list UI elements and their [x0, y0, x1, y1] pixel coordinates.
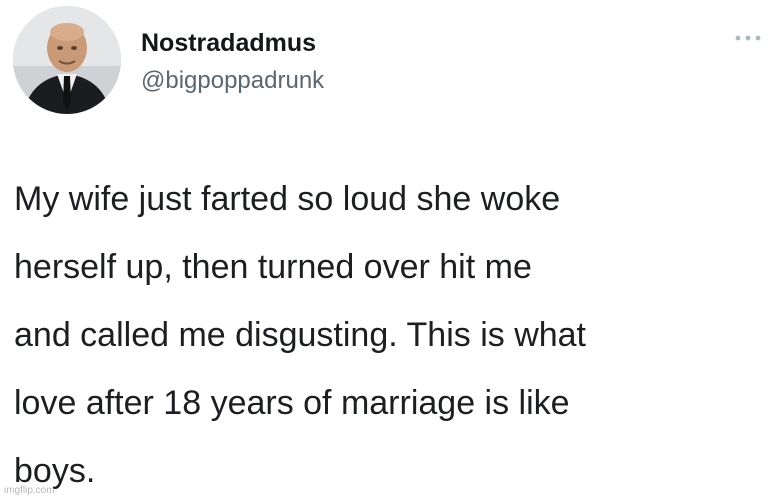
author-name[interactable]: Nostradadmus: [141, 29, 316, 58]
avatar[interactable]: [13, 6, 121, 114]
more-options-button[interactable]: [731, 28, 765, 48]
watermark: imgflip.com: [4, 485, 55, 496]
tweet-text: My wife just farted so loud she woke her…: [14, 180, 587, 490]
author-handle[interactable]: @bigpoppadrunk: [141, 67, 324, 95]
more-horizontal-icon: [735, 35, 761, 41]
tweet-card: Nostradadmus @bigpoppadrunk My wife just…: [0, 0, 779, 500]
